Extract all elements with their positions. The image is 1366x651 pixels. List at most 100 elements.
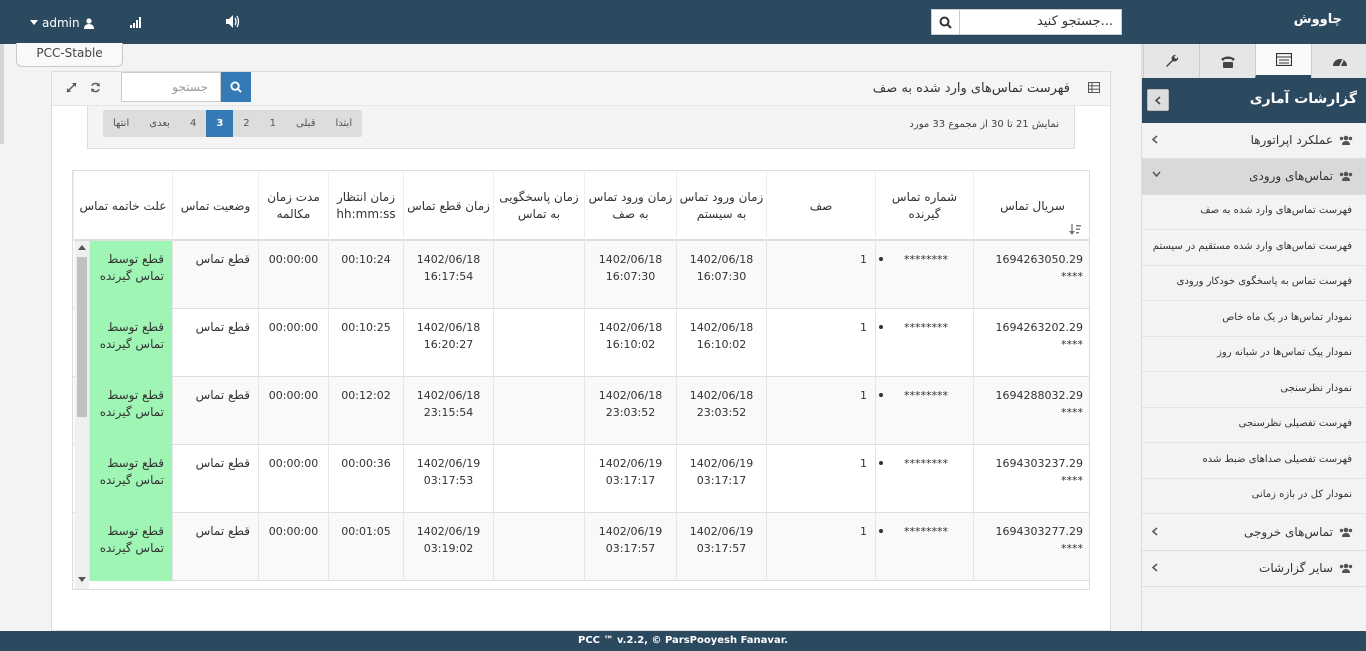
scroll-down-icon[interactable] xyxy=(78,577,86,582)
sidebar-item[interactable]: نمودار پیک تماس‌ها در شبانه روز xyxy=(1142,337,1366,372)
app-logo[interactable]: چاووش xyxy=(1294,12,1342,27)
date-value: 1402/06/18 xyxy=(689,321,754,334)
cell-queue-in: 1402/06/18 16:10:02 xyxy=(584,309,676,377)
time-value: 03:17:57 xyxy=(696,542,747,555)
date-value: 1402/06/18 xyxy=(598,321,663,334)
panel-search-button[interactable] xyxy=(221,72,251,102)
time-value: 23:03:52 xyxy=(696,406,747,419)
cell-queue: 1 xyxy=(766,309,875,377)
date-value: 1402/06/18 xyxy=(416,253,481,266)
calls-table: سریال تماس شماره تماس گیرنده صف زمان ورو… xyxy=(72,170,1090,590)
col-queue-in[interactable]: زمان ورود تماس به صف xyxy=(584,171,676,241)
table-scrollbar[interactable] xyxy=(75,241,89,589)
refresh-icon[interactable] xyxy=(90,82,101,93)
tab-reports[interactable] xyxy=(1255,44,1311,78)
page-1[interactable]: 1 xyxy=(260,110,286,137)
cell-sys-in: 1402/06/19 03:17:17 xyxy=(676,445,766,513)
cell-answer xyxy=(493,377,584,445)
collapse-button[interactable] xyxy=(1147,89,1169,111)
page-next[interactable]: بعدی xyxy=(139,110,180,137)
cell-queue-in: 1402/06/19 03:17:17 xyxy=(584,445,676,513)
bullet-icon xyxy=(879,529,883,533)
user-menu[interactable]: admin xyxy=(30,16,94,30)
col-answer[interactable]: زمان پاسخگویی به تماس xyxy=(493,171,584,241)
table-row[interactable]: 1694303277.29 **** ******** 1 1402/06/19 03:… xyxy=(73,513,1089,581)
sidebar-item[interactable]: نمودار کل در بازه زمانی xyxy=(1142,479,1366,514)
date-value: 1402/06/19 xyxy=(689,525,754,538)
col-wait[interactable]: زمان انتظار hh:mm:ss xyxy=(328,171,403,241)
wait-value: 00:10:24 xyxy=(341,253,391,266)
search-button[interactable] xyxy=(931,9,960,35)
cell-caller: ******** xyxy=(875,445,973,513)
table-row[interactable]: 1694288032.29 **** ******** 1 1402/06/18 23:… xyxy=(73,377,1089,445)
cell-queue: 1 xyxy=(766,377,875,445)
cell-end: 1402/06/19 03:17:53 xyxy=(403,445,493,513)
col-talk[interactable]: مدت زمان مکالمه xyxy=(258,171,328,241)
group-incoming[interactable]: تماس‌های ورودی xyxy=(1142,159,1366,195)
cell-reason: قطع توسط تماس گیرنده xyxy=(89,445,172,513)
col-status[interactable]: وضعیت تماس xyxy=(172,171,258,241)
group-other[interactable]: سایر گزارشات xyxy=(1142,551,1366,587)
sidebar-item[interactable]: نمودار تماس‌ها در یک ماه خاص xyxy=(1142,301,1366,337)
group-outgoing[interactable]: تماس‌های خروجی xyxy=(1142,515,1366,551)
date-value: 1402/06/18 xyxy=(598,253,663,266)
cell-wait: 00:00:36 xyxy=(328,445,403,513)
col-caller[interactable]: شماره تماس گیرنده xyxy=(875,171,973,241)
cell-status: قطع تماس xyxy=(172,513,258,581)
tab-settings[interactable] xyxy=(1143,44,1199,78)
panel-search-input[interactable]: جستجو xyxy=(121,72,221,102)
sidebar-item[interactable]: فهرست تفصیلی صداهای ضبط شده xyxy=(1142,443,1366,479)
cell-answer xyxy=(493,309,584,377)
sidebar-item[interactable]: فهرست تماس به پاسخگوی خودکار ورودی xyxy=(1142,266,1366,301)
page-last[interactable]: انتها xyxy=(103,110,139,137)
cell-queue: 1 xyxy=(766,241,875,309)
sidebar-item[interactable]: فهرست تماس‌های وارد شده مستقیم در سیستم xyxy=(1142,230,1366,266)
cell-status: قطع تماس xyxy=(172,445,258,513)
tab-phone[interactable] xyxy=(1199,44,1255,78)
date-value: 1402/06/19 xyxy=(689,457,754,470)
app-version-tab[interactable]: PCC-Stable xyxy=(16,43,123,67)
scroll-thumb[interactable] xyxy=(77,257,87,417)
global-search: جستجو کنید... xyxy=(931,9,1122,35)
page-3[interactable]: 3 xyxy=(206,110,234,137)
page-prev[interactable]: قبلی xyxy=(286,110,325,137)
group-other-label: سایر گزارشات xyxy=(1259,561,1333,575)
page-2[interactable]: 2 xyxy=(233,110,259,137)
table-icon xyxy=(1088,82,1100,93)
footer: PCC ™ v.2.2, © ParsPooyesh Fanavar. xyxy=(0,631,1366,651)
talk-value: 00:00:00 xyxy=(268,389,319,402)
page-first[interactable]: ابتدا xyxy=(325,110,362,137)
group-operators[interactable]: عملکرد اپراتورها xyxy=(1142,123,1366,159)
time-value: 03:17:57 xyxy=(605,542,656,555)
cell-end: 1402/06/19 03:19:02 xyxy=(403,513,493,581)
table-row[interactable]: 1694263202.29 **** ******** 1 1402/06/18 16:… xyxy=(73,309,1089,377)
time-value: 03:19:02 xyxy=(423,542,474,555)
users-icon xyxy=(1339,563,1353,573)
sidebar-item[interactable]: نمودار نظرسنجی xyxy=(1142,372,1366,408)
table-row[interactable]: 1694303237.29 **** ******** 1 1402/06/19 03:… xyxy=(73,445,1089,513)
expand-icon[interactable] xyxy=(66,82,77,93)
sidebar-item-label: فهرست تماس‌های وارد شده به صف xyxy=(1200,205,1352,216)
sidebar-item-label: فهرست تفصیلی صداهای ضبط شده xyxy=(1202,453,1352,465)
col-reason[interactable]: علت خاتمه تماس xyxy=(73,171,172,241)
time-value: 03:17:17 xyxy=(605,474,656,487)
tab-dashboard[interactable] xyxy=(1311,44,1366,78)
cell-end: 1402/06/18 16:17:54 xyxy=(403,241,493,309)
scroll-up-icon[interactable] xyxy=(78,245,86,250)
time-value: 03:17:17 xyxy=(696,474,747,487)
table-row[interactable]: 1694263050.29 **** ******** 1 1402/06/18 16:… xyxy=(73,241,1089,309)
col-end[interactable]: زمان قطع تماس xyxy=(403,171,493,241)
page-4[interactable]: 4 xyxy=(180,110,206,137)
volume-icon[interactable] xyxy=(226,15,240,28)
sidebar-item[interactable]: فهرست تماس‌های وارد شده به صف xyxy=(1142,195,1366,230)
col-sys-in[interactable]: زمان ورود تماس به سیستم xyxy=(676,171,766,241)
wait-value: 00:00:36 xyxy=(341,457,391,470)
bullet-icon xyxy=(879,393,883,397)
col-queue[interactable]: صف xyxy=(766,171,875,241)
wrench-icon xyxy=(1165,54,1178,67)
sort-icon[interactable] xyxy=(1069,224,1081,235)
cell-status: قطع تماس xyxy=(172,241,258,309)
signal-icon[interactable] xyxy=(130,16,143,28)
sidebar-item[interactable]: فهرست تفصیلی نظرسنجی xyxy=(1142,408,1366,443)
search-input[interactable]: جستجو کنید... xyxy=(960,9,1122,35)
